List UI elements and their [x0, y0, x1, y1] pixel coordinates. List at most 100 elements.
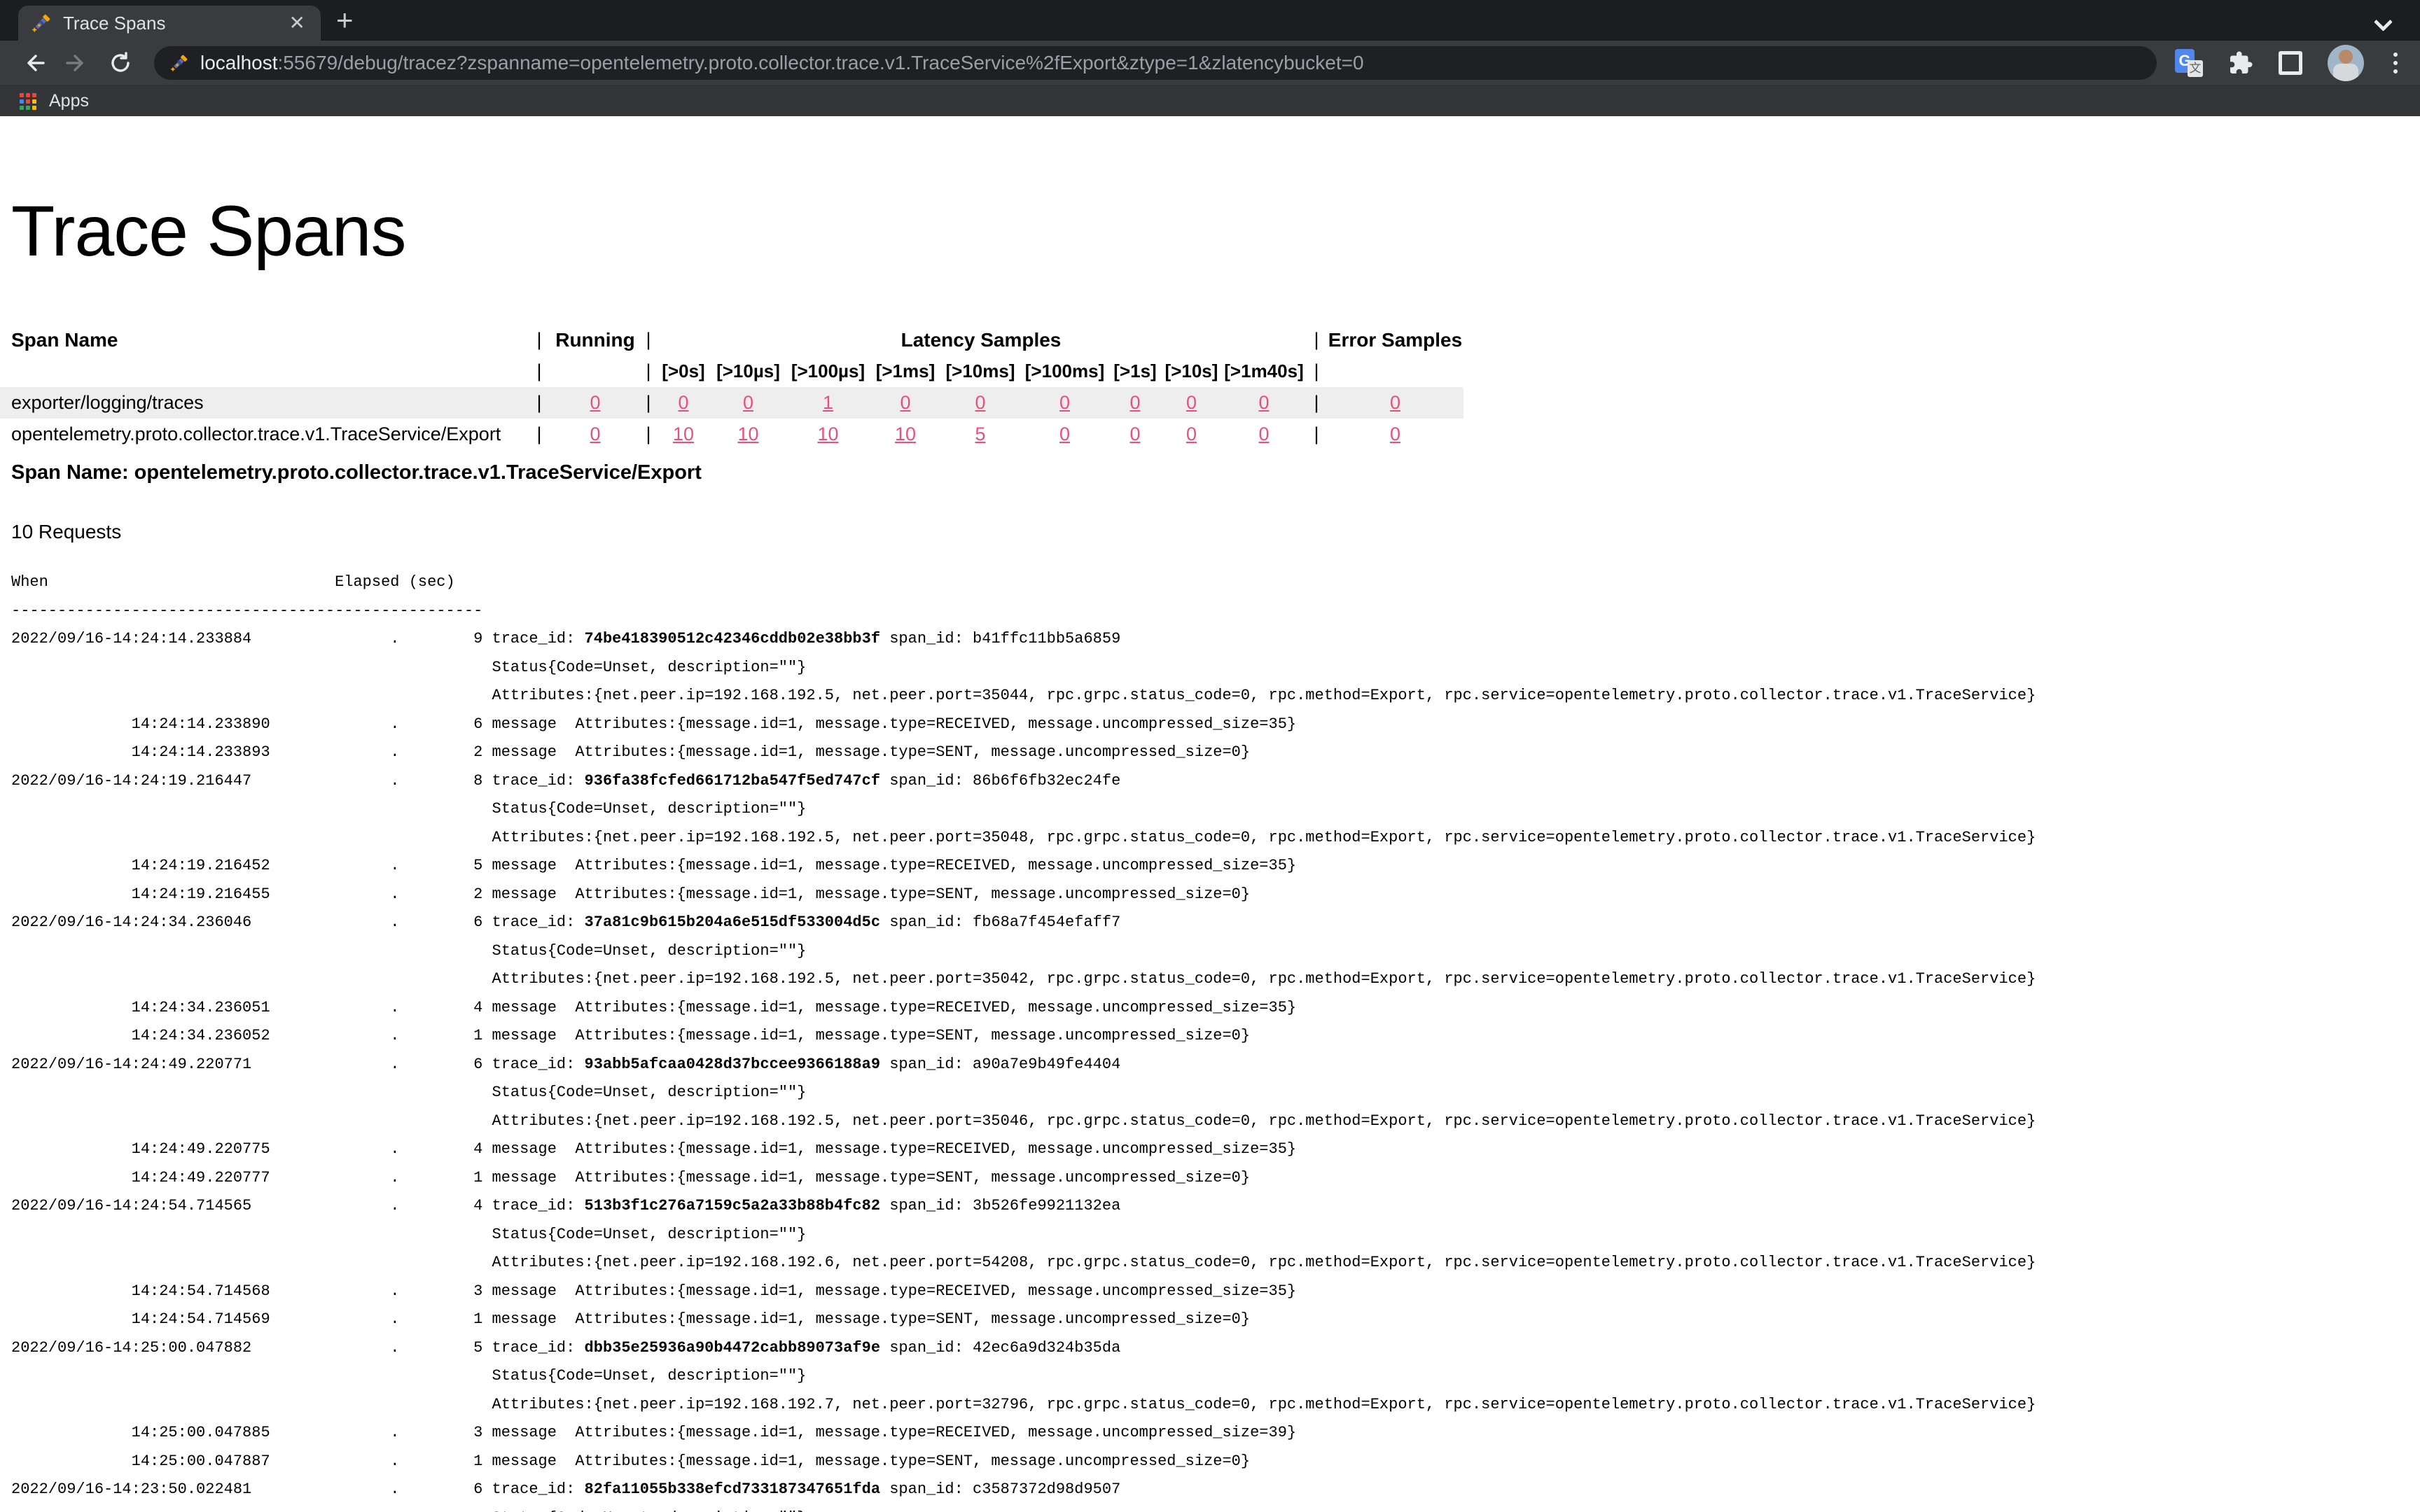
- forward-button[interactable]: [62, 48, 92, 78]
- col-header-running: Running: [550, 329, 641, 351]
- address-bar[interactable]: localhost:55679/debug/tracez?zspanname=o…: [154, 46, 2157, 80]
- span-summary-row: exporter/logging/traces|0|001000000|0: [0, 387, 1463, 419]
- tab-search-chevron-icon[interactable]: [2377, 14, 2392, 29]
- col-header-span-name: Span Name: [0, 329, 529, 351]
- tab-title: Trace Spans: [63, 13, 286, 34]
- latency-count-link[interactable]: 0: [1059, 424, 1070, 444]
- latency-count-link[interactable]: 10: [737, 424, 758, 444]
- latency-count-cell: 10: [656, 424, 711, 445]
- summary-rows: exporter/logging/traces|0|001000000|0ope…: [0, 387, 1463, 450]
- latency-count-cell: 0: [870, 392, 940, 414]
- latency-count-cell: 0: [1222, 424, 1306, 445]
- latency-bucket-label: [>0s]: [656, 360, 711, 382]
- browser-tab[interactable]: Trace Spans ✕: [18, 6, 321, 41]
- toolbar-actions: G 文: [2175, 45, 2402, 81]
- trace-id: 74be418390512c42346cddb02e38bb3f: [585, 630, 880, 648]
- latency-count-cell: 0: [1109, 424, 1161, 445]
- latency-count-cell: 0: [656, 392, 711, 414]
- latency-count-cell: 0: [711, 392, 786, 414]
- new-tab-button[interactable]: +: [336, 6, 354, 35]
- error-count-cell: 0: [1327, 424, 1463, 445]
- latency-count-link[interactable]: 10: [673, 424, 694, 444]
- column-separator: |: [641, 360, 656, 382]
- latency-counts: 10 10 10 10 5 0 0 0 0: [656, 424, 1306, 445]
- column-separator: |: [1306, 329, 1327, 351]
- latency-count-cell: 0: [1020, 392, 1109, 414]
- column-separator: |: [1306, 424, 1327, 445]
- latency-count-link[interactable]: 0: [678, 392, 688, 413]
- latency-count-cell: 10: [786, 424, 870, 445]
- trace-id: dbb35e25936a90b4472cabb89073af9e: [585, 1339, 880, 1357]
- reload-button[interactable]: [105, 48, 136, 78]
- latency-count-link[interactable]: 1: [823, 392, 833, 413]
- summary-header-row: Span Name | Running | Latency Samples | …: [0, 324, 1463, 356]
- side-panel-icon[interactable]: [2279, 51, 2302, 75]
- trace-id: 82fa11055b338efcd733187347651fda: [585, 1480, 880, 1498]
- request-count: 10 Requests: [11, 521, 2420, 543]
- url-path: :55679/debug/tracez?zspanname=openteleme…: [278, 52, 1364, 74]
- column-separator: |: [529, 360, 550, 382]
- latency-count-link[interactable]: 0: [1258, 424, 1269, 444]
- latency-count-link[interactable]: 0: [900, 392, 910, 413]
- trace-id: 936fa38fcfed661712ba547f5ed747cf: [585, 772, 880, 790]
- latency-count-link[interactable]: 5: [975, 424, 985, 444]
- tab-strip: Trace Spans ✕ +: [0, 0, 2420, 41]
- running-count-link[interactable]: 0: [590, 392, 600, 413]
- span-name-cell: exporter/logging/traces: [0, 392, 529, 414]
- column-separator: |: [641, 424, 656, 445]
- opentelemetry-favicon: [31, 13, 52, 34]
- running-count-cell: 0: [550, 392, 641, 414]
- latency-bucket-label: [>1ms]: [870, 360, 940, 382]
- latency-count-link[interactable]: 10: [817, 424, 838, 444]
- back-button[interactable]: [18, 48, 49, 78]
- bookmark-apps[interactable]: Apps: [49, 91, 89, 111]
- latency-bucket-label: [>10ms]: [940, 360, 1020, 382]
- latency-bucket-label: [>100µs]: [786, 360, 870, 382]
- browser-window: Trace Spans ✕ +: [0, 0, 2420, 116]
- trace-id: 93abb5afcaa0428d37bccee9366188a9: [585, 1056, 880, 1073]
- latency-count-cell: 0: [1109, 392, 1161, 414]
- trace-id: 37a81c9b615b204a6e515df533004d5c: [585, 913, 880, 931]
- translate-wen: 文: [2188, 60, 2203, 77]
- latency-bucket-label: [>100ms]: [1020, 360, 1109, 382]
- latency-count-cell: 0: [1161, 392, 1222, 414]
- span-summary-table: Span Name | Running | Latency Samples | …: [0, 324, 1463, 450]
- extensions-icon[interactable]: [2228, 50, 2253, 76]
- latency-count-cell: 0: [940, 392, 1020, 414]
- latency-count-cell: 0: [1020, 424, 1109, 445]
- latency-count-link[interactable]: 0: [743, 392, 753, 413]
- running-count-cell: 0: [550, 424, 641, 445]
- error-count-cell: 0: [1327, 392, 1463, 414]
- latency-count-link[interactable]: 0: [1186, 392, 1197, 413]
- latency-bucket-label: [>10s]: [1161, 360, 1222, 382]
- col-header-latency-samples: Latency Samples: [656, 329, 1306, 351]
- column-separator: |: [641, 329, 656, 351]
- span-summary-row: opentelemetry.proto.collector.trace.v1.T…: [0, 419, 1463, 450]
- error-count-link[interactable]: 0: [1390, 424, 1400, 444]
- latency-count-cell: 10: [711, 424, 786, 445]
- latency-counts: 0 0 1 0 0 0 0 0 0: [656, 392, 1306, 414]
- latency-count-link[interactable]: 0: [1186, 424, 1197, 444]
- latency-count-cell: 0: [1161, 424, 1222, 445]
- latency-count-link[interactable]: 10: [895, 424, 916, 444]
- column-separator: |: [641, 392, 656, 414]
- browser-toolbar: localhost:55679/debug/tracez?zspanname=o…: [0, 41, 2420, 85]
- latency-count-link[interactable]: 0: [1129, 392, 1140, 413]
- latency-bucket-labels: [>0s][>10µs][>100µs][>1ms][>10ms][>100ms…: [656, 360, 1306, 382]
- latency-count-link[interactable]: 0: [975, 392, 985, 413]
- latency-count-link[interactable]: 0: [1258, 392, 1269, 413]
- selected-span-heading: Span Name: opentelemetry.proto.collector…: [11, 461, 2420, 484]
- col-header-error-samples: Error Samples: [1327, 329, 1463, 351]
- latency-count-link[interactable]: 0: [1059, 392, 1070, 413]
- column-separator: |: [1306, 360, 1327, 382]
- translate-icon[interactable]: G 文: [2175, 49, 2203, 77]
- running-count-link[interactable]: 0: [590, 424, 600, 444]
- error-count-link[interactable]: 0: [1390, 392, 1400, 413]
- tab-close-icon[interactable]: ✕: [286, 10, 308, 36]
- apps-grid-icon: [20, 93, 36, 110]
- latency-count-link[interactable]: 0: [1129, 424, 1140, 444]
- span-name-cell: opentelemetry.proto.collector.trace.v1.T…: [0, 424, 529, 445]
- profile-avatar[interactable]: [2328, 45, 2364, 81]
- browser-menu-icon[interactable]: [2389, 51, 2402, 75]
- latency-count-cell: 0: [1222, 392, 1306, 414]
